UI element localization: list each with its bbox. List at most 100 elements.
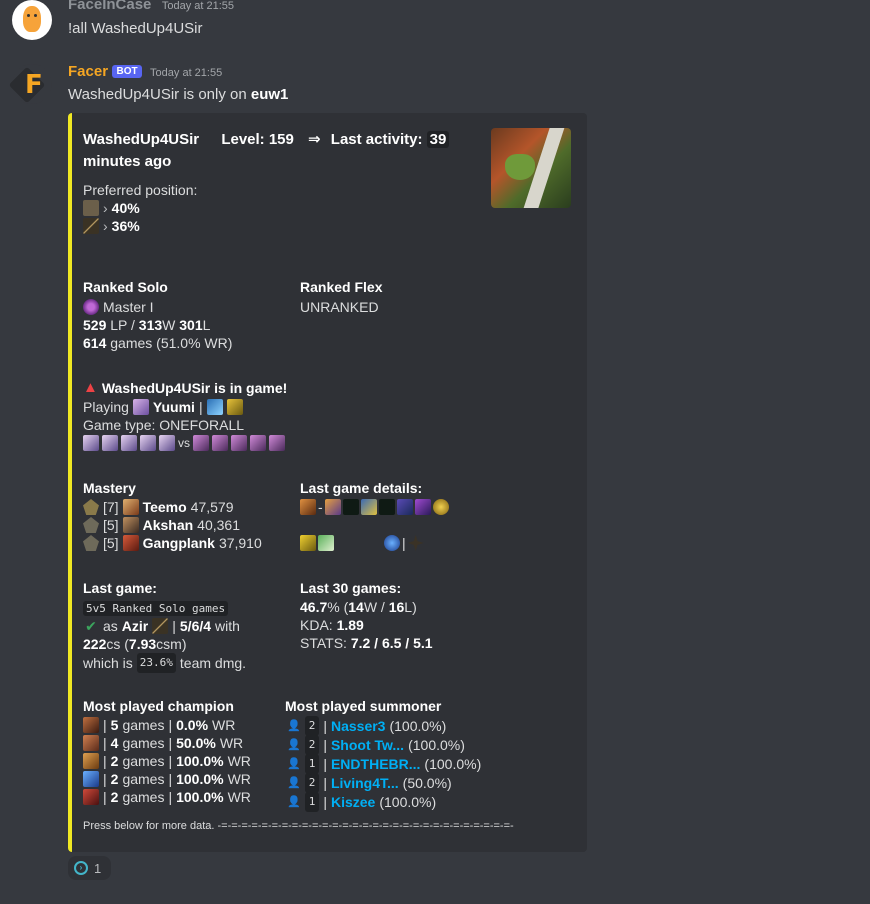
champion-icon bbox=[231, 435, 247, 451]
champion-icon bbox=[102, 435, 118, 451]
summoner-link[interactable]: ENDTHEBR... bbox=[331, 755, 420, 773]
person-icon: 👤 bbox=[287, 757, 301, 770]
item-icon bbox=[324, 499, 341, 515]
champion-icon bbox=[83, 717, 99, 733]
mastery-label: Mastery bbox=[83, 480, 136, 496]
top-lane-icon bbox=[83, 200, 99, 216]
preferred-position-label: Preferred position: bbox=[83, 182, 198, 198]
item-icon bbox=[414, 499, 431, 515]
list-item: | 4 games | 50.0% WR bbox=[83, 734, 251, 752]
summoner-link[interactable]: Nasser3 bbox=[331, 717, 386, 735]
champion-icon bbox=[300, 499, 316, 515]
summoner-spell-icon bbox=[206, 399, 223, 415]
gangplank-icon bbox=[122, 535, 139, 551]
list-item: 👤 2 | Shoot Tw... (100.0%) bbox=[287, 734, 465, 755]
summoner-spell-icon bbox=[226, 399, 243, 415]
yuumi-icon bbox=[132, 399, 149, 415]
bot-avatar[interactable]: F bbox=[8, 64, 52, 104]
list-item: 👤 2 | Nasser3 (100.0%) bbox=[287, 715, 447, 736]
ingame-playing: Playing Yuumi | bbox=[83, 398, 243, 416]
summoner-link[interactable]: Living4T... bbox=[331, 774, 399, 792]
last30-wr: 46.7% (14W / 16L) bbox=[300, 599, 417, 615]
champion-icon bbox=[83, 735, 99, 751]
person-icon: 👤 bbox=[287, 719, 301, 732]
item-icon bbox=[360, 499, 377, 515]
bot-tag: BOT bbox=[112, 65, 142, 79]
summoner-spell-icon bbox=[300, 535, 316, 551]
warning-icon: ▲ bbox=[83, 379, 98, 396]
list-item: | 5 games | 0.0% WR bbox=[83, 716, 251, 734]
last-game-result: ✔ as Azir | 5/6/4 with bbox=[83, 617, 240, 635]
last-game-mode: 5v5 Ranked Solo games bbox=[83, 598, 229, 618]
mastery-5-icon bbox=[83, 517, 99, 533]
champion-icon bbox=[212, 435, 228, 451]
mastery-5-icon bbox=[83, 535, 99, 551]
person-icon: 👤 bbox=[287, 738, 301, 751]
embed-footer: Press below for more data. -=-=-=-=-=-=-… bbox=[83, 820, 514, 832]
mastery-row: [5] Gangplank 37,910 bbox=[83, 534, 262, 552]
preferred-position-row: › 40% bbox=[83, 199, 140, 217]
most-played-summoner-list: 👤 2 | Nasser3 (100.0%) 👤 2 | Shoot Tw...… bbox=[287, 715, 482, 812]
champion-icon bbox=[83, 435, 99, 451]
user-avatar[interactable] bbox=[12, 0, 52, 40]
avatar-character-icon bbox=[23, 6, 41, 32]
last30-stats: STATS: 7.2 / 6.5 / 5.1 bbox=[300, 635, 433, 651]
last-game-items: - bbox=[300, 498, 449, 516]
summoner-link[interactable]: Kiszee bbox=[331, 793, 375, 811]
most-played-summoner-label: Most played summoner bbox=[285, 698, 442, 714]
list-item: | 2 games | 100.0% WR bbox=[83, 770, 251, 788]
champion-icon bbox=[83, 753, 99, 769]
mid-lane-icon bbox=[83, 218, 99, 234]
champion-icon bbox=[83, 771, 99, 787]
ingame-title: ▲ WashedUp4USir is in game! bbox=[83, 379, 288, 396]
embed-title: WashedUp4USir Level: 159 ⇒ Last activity… bbox=[83, 129, 473, 173]
mid-lane-icon bbox=[152, 618, 169, 634]
champion-thumbnail bbox=[491, 128, 571, 208]
last-game-runes: | bbox=[300, 534, 424, 552]
ranked-flex-value: UNRANKED bbox=[300, 299, 379, 315]
champion-icon bbox=[269, 435, 285, 451]
mastery-7-icon bbox=[83, 499, 99, 515]
ranked-solo-games: 614 games (51.0% WR) bbox=[83, 335, 233, 351]
reaction-count: 1 bbox=[94, 860, 102, 876]
author-name[interactable]: FaceInCase bbox=[68, 0, 151, 13]
last-game-details-label: Last game details: bbox=[300, 480, 423, 496]
last30-kda: KDA: 1.89 bbox=[300, 617, 364, 633]
rune-icon bbox=[407, 535, 424, 551]
champion-icon bbox=[250, 435, 266, 451]
checkmark-icon: ✔ bbox=[85, 618, 97, 634]
summoner-spell-icon bbox=[318, 535, 334, 551]
most-played-champion-label: Most played champion bbox=[83, 698, 234, 714]
list-item: 👤 1 | ENDTHEBR... (100.0%) bbox=[287, 753, 482, 774]
person-icon: 👤 bbox=[287, 795, 301, 808]
akshan-icon bbox=[122, 517, 139, 533]
summoner-link[interactable]: Shoot Tw... bbox=[331, 736, 404, 754]
champion-icon bbox=[121, 435, 137, 451]
reaction-button[interactable]: › 1 bbox=[68, 856, 111, 880]
author-name[interactable]: Facer bbox=[68, 63, 108, 80]
trinket-icon bbox=[432, 499, 449, 515]
list-item: 👤 2 | Living4T... (50.0%) bbox=[287, 772, 452, 793]
arrow-circle-icon: › bbox=[74, 861, 88, 875]
ingame-teams: vs bbox=[83, 434, 285, 452]
rune-icon bbox=[384, 535, 400, 551]
champion-icon bbox=[193, 435, 209, 451]
empty-item-slot bbox=[342, 499, 359, 515]
ranked-solo-lp: 529 LP / 313W 301L bbox=[83, 317, 211, 333]
item-icon bbox=[396, 499, 413, 515]
mastery-row: [7] Teemo 47,579 bbox=[83, 498, 234, 516]
ranked-solo-label: Ranked Solo bbox=[83, 279, 168, 295]
game-type: Game type: ONEFORALL bbox=[83, 417, 245, 433]
last30-label: Last 30 games: bbox=[300, 580, 402, 596]
teemo-icon bbox=[122, 499, 139, 515]
list-item: 👤 1 | Kiszee (100.0%) bbox=[287, 791, 437, 812]
message-text: !all WashedUp4USir bbox=[68, 20, 203, 37]
preferred-position-row: › 36% bbox=[83, 217, 140, 235]
champion-icon bbox=[83, 789, 99, 805]
message-timestamp: Today at 21:55 bbox=[150, 67, 223, 79]
last-game-label: Last game: bbox=[83, 580, 157, 596]
last-game-dmg: which is 23.6% team dmg. bbox=[83, 653, 247, 673]
last-game-cs: 222cs (7.93csm) bbox=[83, 636, 187, 652]
message-text: WashedUp4USir is only on euw1 bbox=[68, 86, 289, 103]
empty-item-slot bbox=[378, 499, 395, 515]
